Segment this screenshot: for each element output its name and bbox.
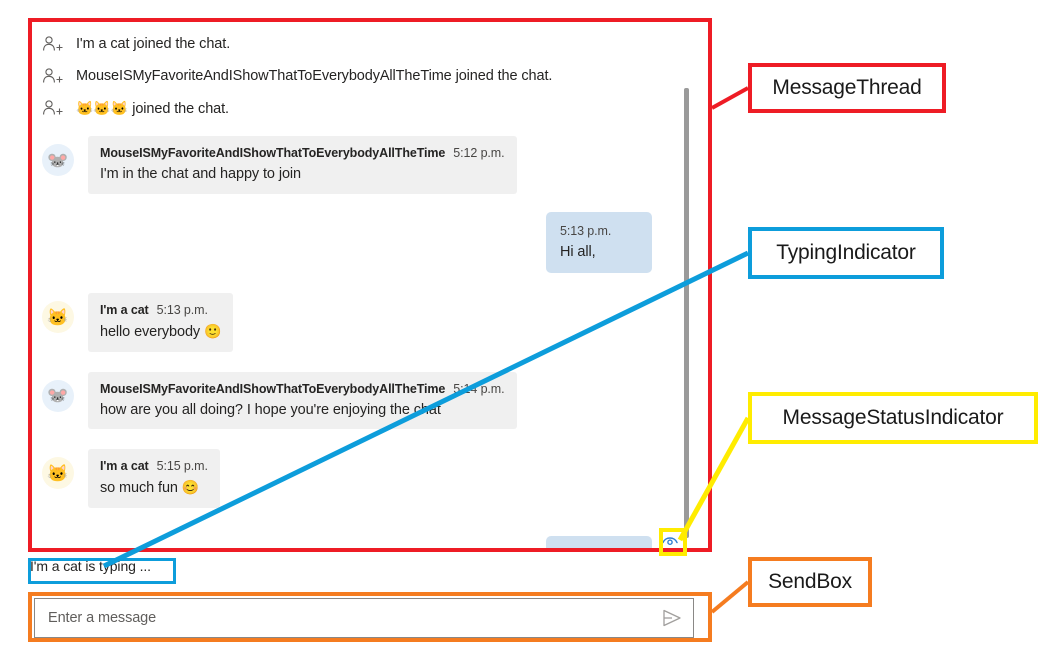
mouse-avatar: 🐭 — [42, 379, 74, 412]
message-header: MouseISMyFavoriteAndIShowThatToEverybody… — [100, 143, 505, 163]
send-button[interactable] — [651, 599, 693, 637]
system-message-text: I'm a cat joined the chat. — [76, 36, 231, 52]
message-bubble[interactable]: I'm a cat 5:15 p.m. so much fun 😊 — [88, 449, 220, 508]
person-add-icon — [42, 35, 64, 53]
message-body: hello everybody — [100, 324, 204, 341]
message-sender: MouseISMyFavoriteAndIShowThatToEverybody… — [100, 146, 446, 160]
message-bubble[interactable]: MouseISMyFavoriteAndIShowThatToEverybody… — [88, 371, 517, 430]
message-row[interactable]: 5:13 p.m. Hi all, — [28, 211, 712, 274]
message-time: 5:14 p.m. — [453, 381, 505, 396]
cat-avatar: 🐱 — [42, 301, 74, 334]
message-text: so much fun 😊 — [100, 478, 208, 499]
message-sender: I'm a cat — [100, 303, 149, 318]
message-header: I'm a cat 5:13 p.m. — [100, 300, 221, 320]
message-time: 5:13 p.m. — [560, 223, 612, 238]
message-sender: MouseISMyFavoriteAndIShowThatToEverybody… — [100, 381, 446, 396]
message-header: 5:13 p.m. — [560, 221, 638, 241]
message-row[interactable]: 🐭 MouseISMyFavoriteAndIShowThatToEverybo… — [28, 371, 712, 430]
thread-scrollbar[interactable] — [684, 88, 689, 538]
system-message-text: 🐱🐱🐱 joined the chat. — [76, 100, 229, 117]
blush-smiley-emoji: 😊 — [181, 479, 200, 496]
message-bubble[interactable]: I'm a cat 5:13 p.m. hello everybody 🙂 — [88, 293, 234, 352]
message-text: I'm in the chat and happy to join — [100, 166, 301, 182]
smiley-emoji: 🙂 — [204, 323, 222, 340]
message-text: hello everybody 🙂 — [100, 322, 221, 343]
message-text: how are you all doing? I hope you're enj… — [100, 401, 441, 418]
system-message-text: MouseISMyFavoriteAndIShowThatToEverybody… — [76, 68, 553, 84]
system-message: 🐱🐱🐱 joined the chat. — [28, 92, 712, 124]
message-row[interactable]: 🐱 I'm a cat 5:13 p.m. hello everybody 🙂 — [28, 293, 712, 352]
message-header: 5:15 p.m. — [560, 545, 638, 552]
person-add-icon — [42, 99, 64, 117]
message-header: I'm a cat 5:15 p.m. — [100, 456, 208, 476]
message-status-indicator[interactable] — [659, 529, 681, 551]
message-body: so much fun — [100, 480, 182, 497]
message-time: 5:15 p.m. — [156, 459, 208, 474]
annotation-label-typing-indicator: TypingIndicator — [748, 227, 944, 279]
cat-emoji-group: 🐱🐱🐱 — [76, 99, 129, 116]
typing-indicator: I'm a cat is typing ... — [30, 558, 151, 574]
send-box[interactable]: Enter a message — [34, 598, 694, 638]
message-row[interactable]: 🐱 I'm a cat 5:15 p.m. so much fun 😊 — [28, 449, 712, 508]
message-row[interactable]: 🐭 MouseISMyFavoriteAndIShowThatToEverybo… — [28, 136, 712, 194]
message-header: MouseISMyFavoriteAndIShowThatToEverybody… — [100, 379, 505, 399]
message-time: 5:13 p.m. — [156, 303, 208, 318]
message-text: Hi all, — [560, 243, 596, 260]
message-sender: I'm a cat — [100, 459, 149, 474]
message-bubble[interactable]: 5:13 p.m. Hi all, — [546, 211, 652, 274]
annotation-label-send-box: SendBox — [748, 557, 872, 607]
chat-app: I'm a cat joined the chat. MouseISMyFavo… — [28, 18, 712, 642]
message-seen-icon — [662, 537, 678, 545]
send-arrow-icon — [663, 609, 681, 627]
message-bubble[interactable]: 5:15 p.m. Agree :) — [546, 535, 652, 552]
message-bubble[interactable]: MouseISMyFavoriteAndIShowThatToEverybody… — [88, 136, 517, 194]
system-message: I'm a cat joined the chat. — [28, 28, 712, 60]
message-input[interactable]: Enter a message — [35, 610, 651, 626]
message-row[interactable]: 5:15 p.m. Agree :) — [28, 535, 712, 552]
message-thread[interactable]: I'm a cat joined the chat. MouseISMyFavo… — [28, 18, 712, 552]
message-time: 5:12 p.m. — [453, 146, 505, 160]
system-message: MouseISMyFavoriteAndIShowThatToEverybody… — [28, 60, 712, 92]
annotation-label-message-thread: MessageThread — [748, 63, 946, 113]
thread-scroll-area[interactable]: I'm a cat joined the chat. MouseISMyFavo… — [28, 18, 712, 552]
mouse-avatar: 🐭 — [42, 144, 74, 176]
message-time: 5:15 p.m. — [560, 548, 611, 552]
cat-avatar: 🐱 — [42, 457, 74, 490]
annotation-label-message-status-indicator: MessageStatusIndicator — [748, 392, 1038, 444]
system-message-suffix: joined the chat. — [128, 100, 229, 117]
person-add-icon — [42, 67, 64, 85]
